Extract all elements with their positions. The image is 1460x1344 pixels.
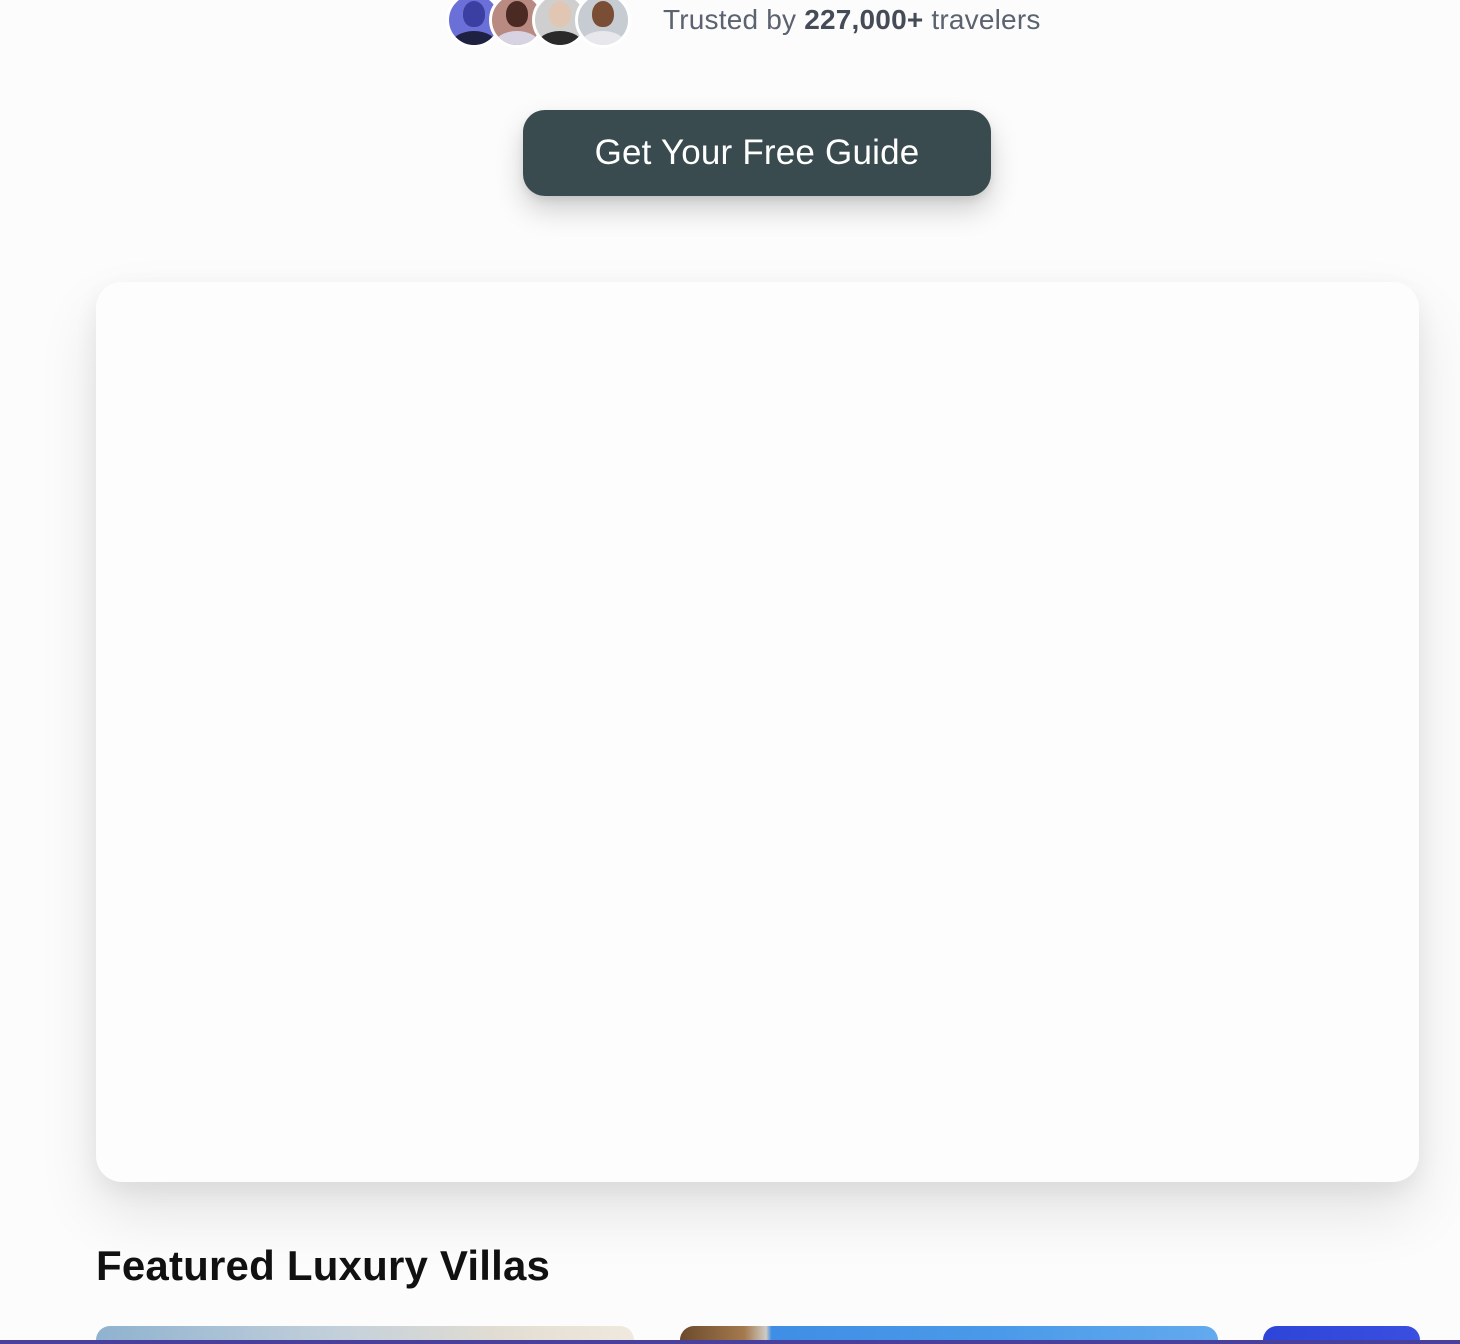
avatar-stack	[446, 0, 631, 48]
bottom-edge-bar	[0, 1340, 1460, 1344]
trusted-suffix: travelers	[931, 4, 1041, 35]
page: Trusted by 227,000+ travelers Get Your F…	[0, 0, 1460, 1344]
trusted-by-row: Trusted by 227,000+ travelers	[446, 0, 1041, 48]
traveler-count: 227,000+	[804, 4, 924, 35]
featured-villas-heading: Featured Luxury Villas	[96, 1242, 551, 1289]
trusted-prefix: Trusted by	[663, 4, 797, 35]
trusted-by-text: Trusted by 227,000+ travelers	[663, 4, 1041, 36]
media-card	[96, 282, 1419, 1182]
get-free-guide-button[interactable]: Get Your Free Guide	[523, 110, 991, 196]
avatar	[575, 0, 631, 48]
